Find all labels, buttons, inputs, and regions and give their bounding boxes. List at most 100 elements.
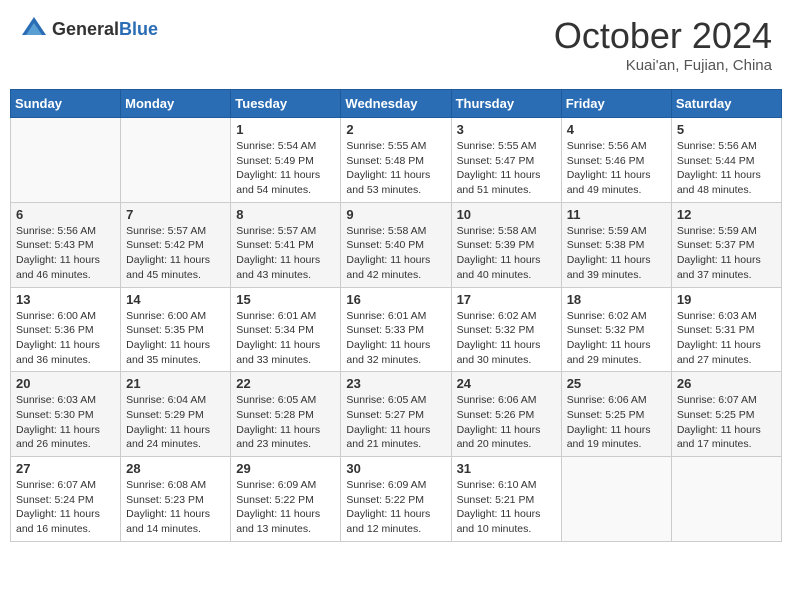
day-info: Sunrise: 5:56 AM Sunset: 5:46 PM Dayligh… (567, 139, 666, 198)
day-number: 6 (16, 207, 115, 222)
day-number: 27 (16, 461, 115, 476)
day-number: 22 (236, 376, 335, 391)
calendar-cell: 15 Sunrise: 6:01 AM Sunset: 5:34 PM Dayli… (231, 287, 341, 372)
day-info: Sunrise: 6:00 AM Sunset: 5:35 PM Dayligh… (126, 309, 225, 368)
weekday-header: Monday (121, 90, 231, 118)
day-number: 4 (567, 122, 666, 137)
calendar-cell: 16 Sunrise: 6:01 AM Sunset: 5:33 PM Dayli… (341, 287, 451, 372)
calendar-cell: 12Sunrise: 5:59 AM Sunset: 5:37 PM Dayli… (671, 202, 781, 287)
day-number: 14 (126, 292, 225, 307)
day-info: Sunrise: 6:05 AM Sunset: 5:27 PM Dayligh… (346, 393, 445, 452)
weekday-header: Tuesday (231, 90, 341, 118)
page-header: GeneralBlue October 2024 Kuai'an, Fujian… (10, 10, 782, 79)
calendar-cell: 21Sunrise: 6:04 AM Sunset: 5:29 PM Dayli… (121, 372, 231, 457)
day-number: 30 (346, 461, 445, 476)
calendar-week-row: 1Sunrise: 5:54 AM Sunset: 5:49 PM Daylig… (11, 118, 782, 203)
calendar-week-row: 20Sunrise: 6:03 AM Sunset: 5:30 PM Dayli… (11, 372, 782, 457)
weekday-header: Wednesday (341, 90, 451, 118)
day-number: 7 (126, 207, 225, 222)
month-title: October 2024 (554, 15, 772, 57)
day-info: Sunrise: 5:56 AM Sunset: 5:43 PM Dayligh… (16, 224, 115, 283)
day-number: 12 (677, 207, 776, 222)
calendar-table: SundayMondayTuesdayWednesdayThursdayFrid… (10, 89, 782, 542)
weekday-header: Friday (561, 90, 671, 118)
logo-icon (20, 15, 48, 43)
calendar-cell: 13 Sunrise: 6:00 AM Sunset: 5:36 PM Dayli… (11, 287, 121, 372)
calendar-cell: 6 Sunrise: 5:56 AM Sunset: 5:43 PM Daylig… (11, 202, 121, 287)
weekday-header-row: SundayMondayTuesdayWednesdayThursdayFrid… (11, 90, 782, 118)
day-info: Sunrise: 6:01 AM Sunset: 5:33 PM Dayligh… (346, 309, 445, 368)
logo: GeneralBlue (20, 15, 158, 43)
logo-blue: Blue (119, 19, 158, 39)
day-number: 21 (126, 376, 225, 391)
day-number: 2 (346, 122, 445, 137)
day-info: Sunrise: 6:00 AM Sunset: 5:36 PM Dayligh… (16, 309, 115, 368)
calendar-cell: 5Sunrise: 5:56 AM Sunset: 5:44 PM Daylig… (671, 118, 781, 203)
calendar-cell: 24 Sunrise: 6:06 AM Sunset: 5:26 PM Dayli… (451, 372, 561, 457)
day-number: 28 (126, 461, 225, 476)
calendar-cell: 7 Sunrise: 5:57 AM Sunset: 5:42 PM Daylig… (121, 202, 231, 287)
day-number: 19 (677, 292, 776, 307)
calendar-week-row: 13 Sunrise: 6:00 AM Sunset: 5:36 PM Dayli… (11, 287, 782, 372)
day-info: Sunrise: 6:07 AM Sunset: 5:24 PM Dayligh… (16, 478, 115, 537)
day-info: Sunrise: 6:10 AM Sunset: 5:21 PM Dayligh… (457, 478, 556, 537)
day-info: Sunrise: 6:02 AM Sunset: 5:32 PM Dayligh… (567, 309, 666, 368)
day-number: 9 (346, 207, 445, 222)
day-number: 18 (567, 292, 666, 307)
day-info: Sunrise: 5:59 AM Sunset: 5:38 PM Dayligh… (567, 224, 666, 283)
calendar-cell: 8Sunrise: 5:57 AM Sunset: 5:41 PM Daylig… (231, 202, 341, 287)
calendar-cell (11, 118, 121, 203)
day-info: Sunrise: 6:09 AM Sunset: 5:22 PM Dayligh… (236, 478, 335, 537)
weekday-header: Sunday (11, 90, 121, 118)
calendar-cell: 28 Sunrise: 6:08 AM Sunset: 5:23 PM Dayli… (121, 457, 231, 542)
day-info: Sunrise: 6:06 AM Sunset: 5:26 PM Dayligh… (457, 393, 556, 452)
day-info: Sunrise: 6:09 AM Sunset: 5:22 PM Dayligh… (346, 478, 445, 537)
calendar-cell: 14 Sunrise: 6:00 AM Sunset: 5:35 PM Dayli… (121, 287, 231, 372)
day-number: 11 (567, 207, 666, 222)
calendar-cell: 31 Sunrise: 6:10 AM Sunset: 5:21 PM Dayli… (451, 457, 561, 542)
day-number: 13 (16, 292, 115, 307)
day-info: Sunrise: 5:57 AM Sunset: 5:42 PM Dayligh… (126, 224, 225, 283)
weekday-header: Thursday (451, 90, 561, 118)
day-number: 31 (457, 461, 556, 476)
day-info: Sunrise: 6:08 AM Sunset: 5:23 PM Dayligh… (126, 478, 225, 537)
calendar-cell: 11 Sunrise: 5:59 AM Sunset: 5:38 PM Dayli… (561, 202, 671, 287)
calendar-cell (561, 457, 671, 542)
day-number: 1 (236, 122, 335, 137)
day-number: 20 (16, 376, 115, 391)
calendar-cell (671, 457, 781, 542)
day-number: 24 (457, 376, 556, 391)
calendar-cell: 3 Sunrise: 5:55 AM Sunset: 5:47 PM Daylig… (451, 118, 561, 203)
day-number: 26 (677, 376, 776, 391)
day-info: Sunrise: 5:57 AM Sunset: 5:41 PM Dayligh… (236, 224, 335, 283)
day-number: 16 (346, 292, 445, 307)
calendar-cell: 29 Sunrise: 6:09 AM Sunset: 5:22 PM Dayli… (231, 457, 341, 542)
day-info: Sunrise: 5:55 AM Sunset: 5:47 PM Dayligh… (457, 139, 556, 198)
calendar-cell: 18 Sunrise: 6:02 AM Sunset: 5:32 PM Dayli… (561, 287, 671, 372)
day-number: 10 (457, 207, 556, 222)
calendar-cell: 30 Sunrise: 6:09 AM Sunset: 5:22 PM Dayli… (341, 457, 451, 542)
day-number: 15 (236, 292, 335, 307)
day-number: 3 (457, 122, 556, 137)
logo-general: General (52, 19, 119, 39)
day-number: 23 (346, 376, 445, 391)
day-number: 29 (236, 461, 335, 476)
weekday-header: Saturday (671, 90, 781, 118)
title-block: October 2024 Kuai'an, Fujian, China (554, 15, 772, 74)
calendar-cell: 1Sunrise: 5:54 AM Sunset: 5:49 PM Daylig… (231, 118, 341, 203)
day-number: 25 (567, 376, 666, 391)
day-info: Sunrise: 6:02 AM Sunset: 5:32 PM Dayligh… (457, 309, 556, 368)
calendar-cell: 27 Sunrise: 6:07 AM Sunset: 5:24 PM Dayli… (11, 457, 121, 542)
calendar-cell: 19Sunrise: 6:03 AM Sunset: 5:31 PM Dayli… (671, 287, 781, 372)
calendar-cell: 25Sunrise: 6:06 AM Sunset: 5:25 PM Dayli… (561, 372, 671, 457)
location: Kuai'an, Fujian, China (554, 57, 772, 74)
day-number: 5 (677, 122, 776, 137)
day-info: Sunrise: 5:55 AM Sunset: 5:48 PM Dayligh… (346, 139, 445, 198)
calendar-week-row: 6 Sunrise: 5:56 AM Sunset: 5:43 PM Daylig… (11, 202, 782, 287)
logo-text: GeneralBlue (52, 19, 158, 40)
day-info: Sunrise: 6:07 AM Sunset: 5:25 PM Dayligh… (677, 393, 776, 452)
calendar-cell: 10Sunrise: 5:58 AM Sunset: 5:39 PM Dayli… (451, 202, 561, 287)
calendar-cell: 4 Sunrise: 5:56 AM Sunset: 5:46 PM Daylig… (561, 118, 671, 203)
calendar-cell: 23 Sunrise: 6:05 AM Sunset: 5:27 PM Dayli… (341, 372, 451, 457)
day-info: Sunrise: 6:01 AM Sunset: 5:34 PM Dayligh… (236, 309, 335, 368)
